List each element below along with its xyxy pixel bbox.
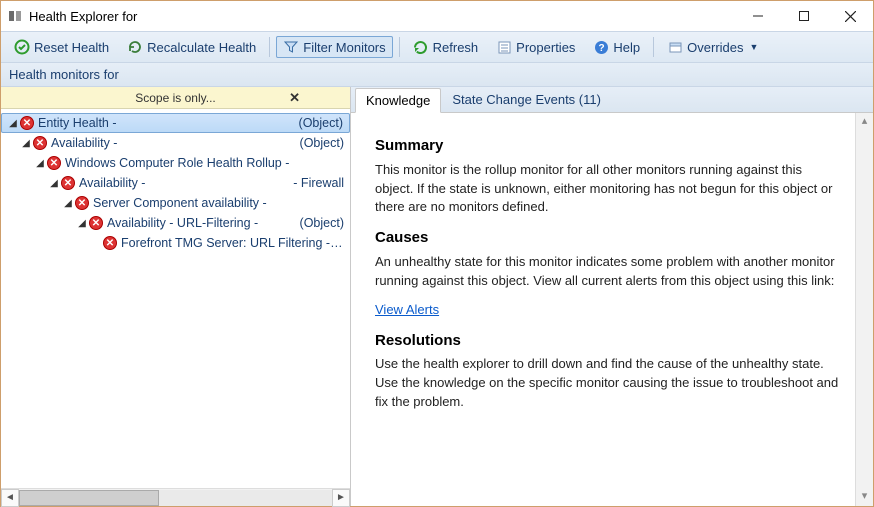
scope-label: Scope is only...	[135, 91, 215, 105]
properties-label: Properties	[516, 40, 575, 55]
window-minimize-button[interactable]	[735, 1, 781, 31]
error-state-icon: ✕	[47, 156, 61, 170]
tab-knowledge[interactable]: Knowledge	[355, 88, 441, 113]
window-close-button[interactable]	[827, 1, 873, 31]
monitor-tree[interactable]: ◢✕Entity Health -(Object)◢✕Availability …	[1, 109, 350, 488]
tree-pane: Scope is only... ✕ ◢✕Entity Health -(Obj…	[1, 87, 351, 506]
filter-monitors-button[interactable]: Filter Monitors	[276, 36, 392, 58]
scroll-thumb[interactable]	[19, 490, 159, 506]
tab-state-change-events[interactable]: State Change Events (11)	[441, 87, 612, 112]
toolbar: Reset Health Recalculate Health Filter M…	[1, 31, 873, 63]
summary-text: This monitor is the rollup monitor for a…	[375, 161, 843, 218]
tree-node-label: Availability -	[51, 136, 300, 150]
collapse-icon[interactable]: ◢	[19, 138, 33, 149]
properties-button[interactable]: Properties	[489, 36, 582, 58]
horizontal-scrollbar[interactable]: ◄ ►	[1, 488, 350, 506]
tree-node-availability-firewall[interactable]: ◢✕ Availability -- Firewall	[1, 173, 350, 193]
resolutions-text: Use the health explorer to drill down an…	[375, 355, 843, 412]
error-state-icon: ✕	[89, 216, 103, 230]
tree-node-label: Availability -	[79, 176, 293, 190]
tree-node-label: Availability - URL-Filtering -	[107, 216, 300, 230]
check-circle-icon	[14, 39, 30, 55]
tree-node-availability-object[interactable]: ◢✕ Availability -(Object)	[1, 133, 350, 153]
summary-heading: Summary	[375, 135, 843, 157]
tree-node-availability-url-filtering[interactable]: ◢✕ Availability - URL-Filtering -(Object)	[1, 213, 350, 233]
refresh-button[interactable]: Refresh	[406, 36, 486, 58]
reset-health-button[interactable]: Reset Health	[7, 36, 116, 58]
filter-monitors-label: Filter Monitors	[303, 40, 385, 55]
scroll-right-button[interactable]: ►	[332, 489, 350, 507]
tree-node-label: Server Component availability -	[93, 196, 344, 210]
subheader-label: Health monitors for	[1, 63, 873, 87]
knowledge-content: Summary This monitor is the rollup monit…	[351, 113, 873, 506]
vertical-scrollbar[interactable]: ▴ ▾	[855, 113, 873, 506]
error-state-icon: ✕	[61, 176, 75, 190]
view-alerts-link[interactable]: View Alerts	[375, 302, 439, 317]
collapse-icon[interactable]: ◢	[75, 218, 89, 229]
window-title: Health Explorer for	[29, 9, 735, 24]
error-state-icon: ✕	[20, 116, 34, 130]
refresh-label: Refresh	[433, 40, 479, 55]
titlebar: Health Explorer for	[1, 1, 873, 31]
recalculate-icon	[127, 39, 143, 55]
collapse-icon[interactable]: ◢	[6, 118, 20, 129]
recalculate-health-label: Recalculate Health	[147, 40, 256, 55]
filter-icon	[283, 39, 299, 55]
tree-node-label: Entity Health -	[38, 116, 299, 130]
error-state-icon: ✕	[75, 196, 89, 210]
tree-node-entity-health[interactable]: ◢✕ Entity Health -(Object)	[1, 113, 350, 133]
tree-node-trail: - Firewall	[293, 176, 344, 190]
svg-text:?: ?	[598, 43, 604, 54]
collapse-icon[interactable]: ◢	[33, 158, 47, 169]
properties-icon	[496, 39, 512, 55]
reset-health-label: Reset Health	[34, 40, 109, 55]
causes-heading: Causes	[375, 227, 843, 249]
help-icon: ?	[593, 39, 609, 55]
tree-node-server-component-availability[interactable]: ◢✕ Server Component availability -	[1, 193, 350, 213]
main-split: Scope is only... ✕ ◢✕Entity Health -(Obj…	[1, 87, 873, 506]
tree-node-trail: (Object)	[299, 116, 343, 130]
causes-text: An unhealthy state for this monitor indi…	[375, 253, 843, 291]
tab-strip: Knowledge State Change Events (11)	[351, 87, 873, 113]
scroll-down-button[interactable]: ▾	[856, 488, 874, 506]
tree-node-trail: (Object)	[300, 136, 344, 150]
overrides-button[interactable]: Overrides ▼	[660, 36, 765, 58]
tree-node-label: Forefront TMG Server: URL Filtering - Se…	[121, 236, 344, 250]
details-pane: Knowledge State Change Events (11) Summa…	[351, 87, 873, 506]
resolutions-heading: Resolutions	[375, 330, 843, 352]
window-maximize-button[interactable]	[781, 1, 827, 31]
toolbar-separator	[653, 37, 654, 57]
tree-node-forefront-tmg-url-filtering[interactable]: ✕ Forefront TMG Server: URL Filtering - S…	[1, 233, 350, 253]
tree-node-label: Windows Computer Role Health Rollup -	[65, 156, 344, 170]
help-button[interactable]: ? Help	[586, 36, 647, 58]
collapse-icon[interactable]: ◢	[61, 198, 75, 209]
toolbar-separator	[399, 37, 400, 57]
scroll-track[interactable]	[19, 490, 332, 506]
recalculate-health-button[interactable]: Recalculate Health	[120, 36, 263, 58]
refresh-icon	[413, 39, 429, 55]
error-state-icon: ✕	[103, 236, 117, 250]
scroll-up-button[interactable]: ▴	[856, 113, 874, 131]
scope-close-button[interactable]: ✕	[289, 90, 300, 106]
overrides-icon	[667, 39, 683, 55]
error-state-icon: ✕	[33, 136, 47, 150]
chevron-down-icon: ▼	[750, 42, 759, 52]
tree-node-trail: (Object)	[300, 216, 344, 230]
toolbar-separator	[269, 37, 270, 57]
overrides-label: Overrides	[687, 40, 743, 55]
scroll-left-button[interactable]: ◄	[1, 489, 19, 507]
help-label: Help	[613, 40, 640, 55]
tree-node-windows-computer-role-health-rollup[interactable]: ◢✕ Windows Computer Role Health Rollup -	[1, 153, 350, 173]
scope-bar[interactable]: Scope is only... ✕	[1, 87, 350, 109]
app-icon	[7, 8, 23, 24]
collapse-icon[interactable]: ◢	[47, 178, 61, 189]
